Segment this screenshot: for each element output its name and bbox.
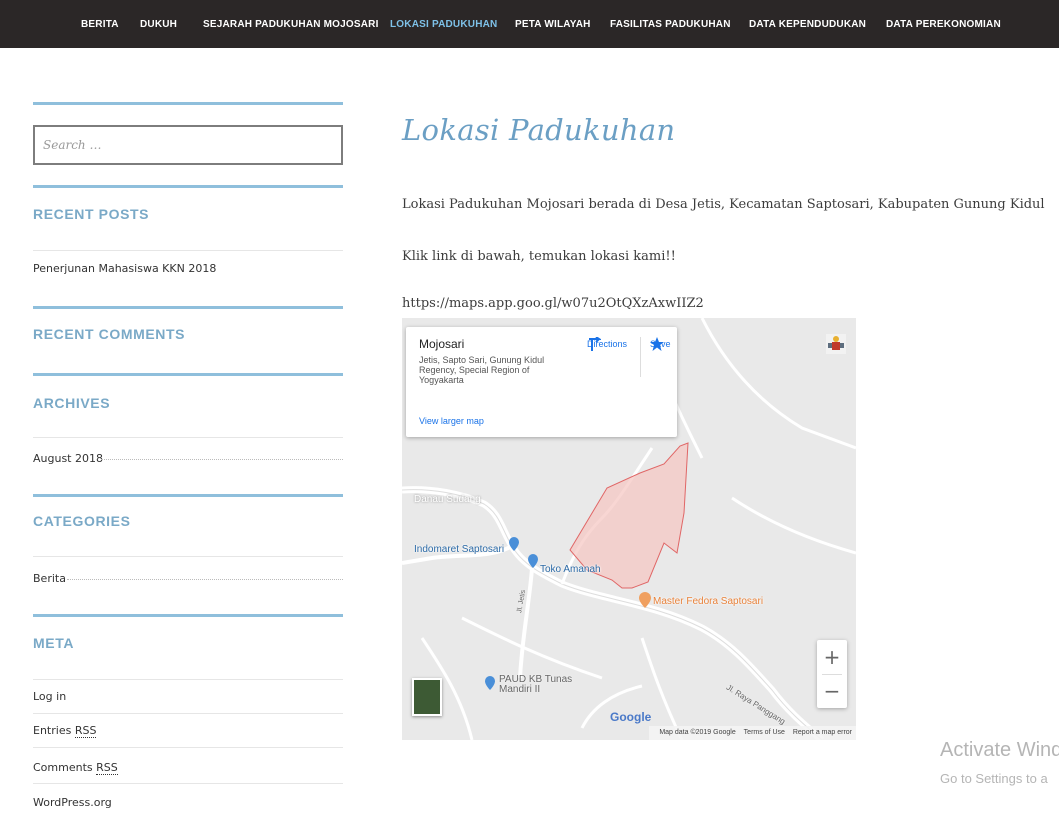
category-link[interactable]: Berita — [33, 572, 66, 585]
comments-label: Comments — [33, 761, 97, 774]
entries-label: Entries — [33, 724, 75, 737]
pegman-figure-icon — [826, 334, 846, 354]
place-info-card: Mojosari Jetis, Sapto Sari, Gunung Kidul… — [406, 327, 677, 437]
place-address: Jetis, Sapto Sari, Gunung Kidul Regency,… — [419, 355, 545, 385]
map-attribution: Map data ©2019 Google Terms of Use Repor… — [649, 726, 856, 740]
activate-windows-watermark: Activate Wind — [940, 739, 1059, 761]
map-label-master-fedora[interactable]: Master Fedora Saptosari — [653, 596, 763, 607]
nav-item-dukuh[interactable]: DUKUH — [140, 0, 177, 48]
report-map-error-link[interactable]: Report a map error — [793, 729, 852, 736]
nav-item-fasilitas[interactable]: FASILITAS PADUKUHAN — [610, 0, 731, 48]
divider — [33, 185, 343, 188]
nav-item-sejarah[interactable]: SEJARAH PADUKUHAN MOJOSARI — [203, 0, 379, 48]
nav-item-lokasi[interactable]: LOKASI PADUKUHAN — [390, 0, 497, 48]
recent-posts-title: RECENT POSTS — [33, 206, 150, 222]
activate-windows-hint: Go to Settings to a — [940, 771, 1048, 786]
map-label-indomaret[interactable]: Indomaret Saptosari — [414, 544, 504, 555]
divider — [33, 306, 343, 309]
zoom-out-button[interactable]: − — [817, 674, 847, 708]
meta-title: META — [33, 635, 75, 651]
login-link[interactable]: Log in — [33, 690, 66, 703]
cta-paragraph: Klik link di bawah, temukan lokasi kami!… — [402, 249, 676, 264]
map-label-danau: Danau Sudang — [414, 494, 481, 505]
nav-item-berita[interactable]: BERITA — [81, 0, 119, 48]
map-embed[interactable]: Mojosari Jetis, Sapto Sari, Gunung Kidul… — [402, 318, 856, 740]
nav-item-data-kependudukan[interactable]: DATA KEPENDUDUKAN — [749, 0, 866, 48]
divider — [33, 250, 343, 251]
save-button[interactable]: Save — [650, 337, 671, 351]
categories-title: CATEGORIES — [33, 513, 131, 529]
dotted-leader — [101, 459, 343, 460]
directions-button[interactable]: Directions — [587, 337, 627, 351]
search-form — [33, 125, 343, 165]
nav-item-data-perekonomian[interactable]: DATA PEREKONOMIAN — [886, 0, 1001, 48]
rss-abbr: RSS — [96, 761, 118, 775]
divider — [33, 437, 343, 438]
divider — [33, 747, 343, 748]
zoom-in-button[interactable]: + — [817, 640, 847, 674]
divider — [33, 556, 343, 557]
google-logo: Google — [610, 710, 652, 724]
maps-link[interactable]: https://maps.app.goo.gl/w07u2OtQXzAxwIIZ… — [402, 296, 704, 311]
dotted-leader — [67, 579, 343, 580]
map-label-toko-amanah[interactable]: Toko Amanah — [540, 564, 601, 575]
archives-title: ARCHIVES — [33, 395, 111, 411]
entries-rss-link[interactable]: Entries RSS — [33, 724, 97, 738]
search-input[interactable] — [35, 127, 341, 163]
recent-post-link[interactable]: Penerjunan Mahasiswa KKN 2018 — [33, 262, 216, 275]
archive-link[interactable]: August 2018 — [33, 452, 103, 465]
directions-icon — [589, 337, 601, 351]
divider — [33, 373, 343, 376]
rss-abbr: RSS — [74, 724, 97, 738]
divider — [33, 679, 343, 680]
divider — [33, 102, 343, 105]
terms-of-use-link[interactable]: Terms of Use — [744, 729, 785, 736]
zoom-control: + − — [817, 640, 847, 708]
comments-rss-link[interactable]: Comments RSS — [33, 761, 118, 775]
divider — [33, 783, 343, 784]
wordpress-link[interactable]: WordPress.org — [33, 796, 112, 809]
divider — [33, 494, 343, 497]
star-icon — [650, 337, 664, 351]
satellite-toggle-button[interactable] — [412, 678, 442, 716]
street-view-pegman-icon[interactable] — [822, 330, 850, 358]
view-larger-map-link[interactable]: View larger map — [419, 416, 484, 426]
info-divider — [640, 337, 641, 377]
divider — [33, 614, 343, 617]
nav-item-peta-wilayah[interactable]: PETA WILAYAH — [515, 0, 591, 48]
divider — [33, 713, 343, 714]
location-paragraph: Lokasi Padukuhan Mojosari berada di Desa… — [402, 197, 1045, 212]
map-data-text: Map data ©2019 Google — [659, 729, 736, 736]
map-label-paud[interactable]: PAUD KB Tunas Mandiri II — [499, 675, 579, 695]
recent-comments-title: RECENT COMMENTS — [33, 326, 186, 342]
page-title: Lokasi Padukuhan — [402, 113, 676, 147]
sidebar: RECENT POSTS Penerjunan Mahasiswa KKN 20… — [33, 100, 343, 830]
top-navigation: BERITA DUKUH SEJARAH PADUKUHAN MOJOSARI … — [0, 0, 1059, 48]
place-name: Mojosari — [419, 337, 465, 351]
